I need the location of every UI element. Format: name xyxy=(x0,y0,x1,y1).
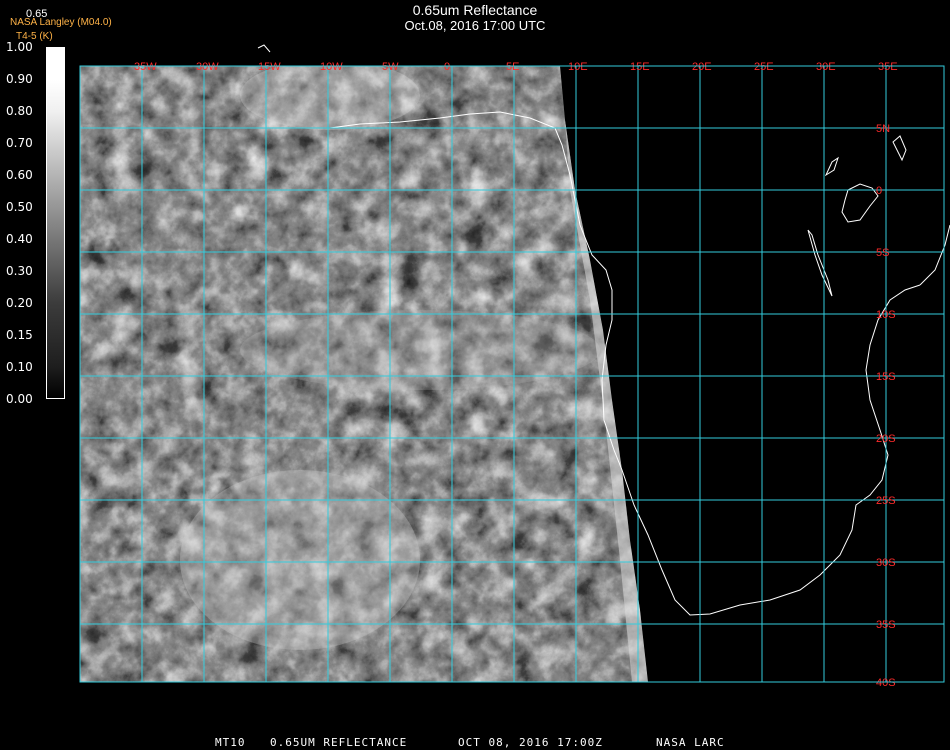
longitude-label: 10W xyxy=(320,61,343,73)
footer-band: 0.65UM REFLECTANCE xyxy=(270,736,408,749)
longitude-label: 0 xyxy=(444,61,450,73)
colorbar-tick-label: 0.00 xyxy=(6,392,33,406)
longitude-label: 30E xyxy=(816,61,836,73)
latitude-label: 5S xyxy=(876,247,889,259)
cloud-imagery xyxy=(80,66,648,682)
longitude-label: 5W xyxy=(382,61,399,73)
footer-datetime: OCT 08, 2016 17:00Z xyxy=(458,736,603,749)
colorbar-tick-label: 0.40 xyxy=(6,232,33,246)
longitude-label: 5E xyxy=(506,61,519,73)
footer-product: MT10 xyxy=(215,736,246,749)
latitude-label: 35S xyxy=(876,619,896,631)
footer-source: NASA LARC xyxy=(656,736,725,749)
colorbar-tick-label: 0.70 xyxy=(6,136,33,150)
longitude-label: 15E xyxy=(630,61,650,73)
colorbar-tick-label: 0.50 xyxy=(6,200,33,214)
longitude-label: 20E xyxy=(692,61,712,73)
colorbar-tick-label: 0.15 xyxy=(6,328,33,342)
colorbar-tick-label: 0.10 xyxy=(6,360,33,374)
longitude-label: 15W xyxy=(258,61,281,73)
colorbar-tick-label: 1.00 xyxy=(6,40,33,54)
longitude-label: 35W xyxy=(134,61,157,73)
latitude-label: 15S xyxy=(876,371,896,383)
latitude-label: 10S xyxy=(876,309,896,321)
colorbar-tick-label: 0.60 xyxy=(6,168,33,182)
latitude-label: 20S xyxy=(876,433,896,445)
longitude-label: 35E xyxy=(878,61,898,73)
image-timestamp: Oct.08, 2016 17:00 UTC xyxy=(404,18,546,33)
colorbar-top-label: 0.65 xyxy=(26,8,48,20)
colorbar-tick-label: 0.20 xyxy=(6,296,33,310)
colorbar-tick-label: 0.90 xyxy=(6,72,33,86)
longitude-label: 25E xyxy=(754,61,774,73)
latitude-label: 5N xyxy=(876,123,890,135)
latitude-label: 25S xyxy=(876,495,896,507)
satellite-map: 35W 30W 15W 10W 5W 0 5E 10E 15E 20E 25E 30E 35E 5N 0 5S… xyxy=(79,44,950,689)
longitude-label: 30W xyxy=(196,61,219,73)
colorbar-tick-label: 0.30 xyxy=(6,264,33,278)
longitude-label: 10E xyxy=(568,61,588,73)
latitude-label: 40S xyxy=(876,677,896,689)
latitude-label: 30S xyxy=(876,557,896,569)
colorbar xyxy=(46,47,65,399)
image-title: 0.65um Reflectance xyxy=(412,2,538,18)
colorbar-tick-label: 0.80 xyxy=(6,104,33,118)
latitude-label: 0 xyxy=(876,185,882,197)
